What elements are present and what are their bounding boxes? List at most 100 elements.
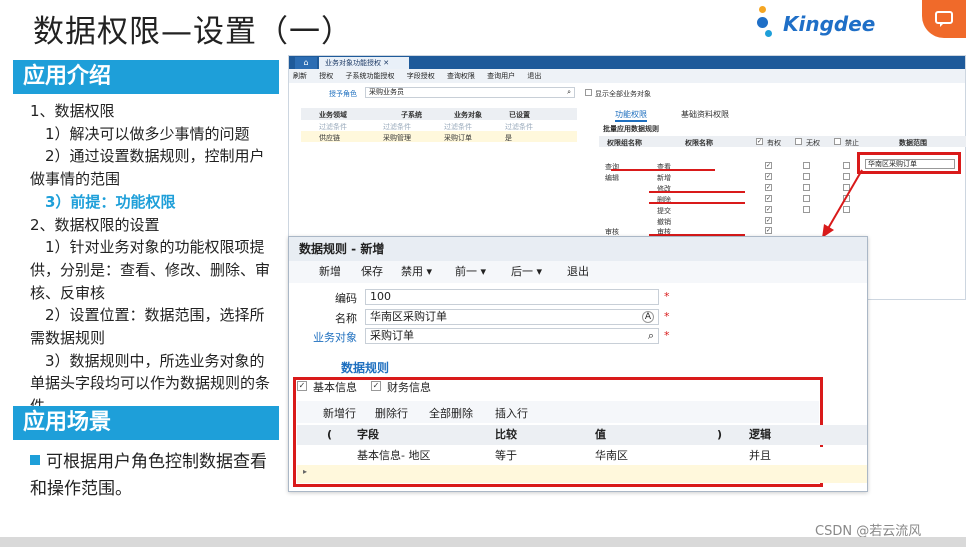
tab-function-perm[interactable]: 功能权限 xyxy=(615,109,647,122)
batch-rule-label[interactable]: 批量应用数据规则 xyxy=(603,124,659,134)
slide-title: 数据权限—设置（一） xyxy=(33,14,353,50)
menu-subsystem-auth[interactable]: 子系统功能授权 xyxy=(345,72,394,80)
col-forbid: 禁止 xyxy=(845,139,859,147)
menu-query-user[interactable]: 查询用户 xyxy=(487,72,515,80)
logo-text: Kingdee xyxy=(783,12,876,36)
menu-refresh[interactable]: 刷新 xyxy=(293,72,307,80)
cell-subsystem: 采购管理 xyxy=(383,134,411,142)
translate-icon[interactable]: A xyxy=(642,311,654,323)
toolbar-disable-button[interactable]: 禁用 ▾ xyxy=(401,261,432,283)
bottom-bar xyxy=(0,537,966,547)
search-icon[interactable]: ⌕ xyxy=(648,329,654,343)
intro-line: 2）通过设置数据规则，控制用户做事情的范围 xyxy=(30,147,265,189)
toolbar-exit-button[interactable]: 退出 xyxy=(567,261,589,283)
tab-business-auth[interactable]: 业务对象功能授权 ✕ xyxy=(319,57,409,69)
deny-checkbox[interactable] xyxy=(803,195,810,202)
add-row-button[interactable]: 新增行 xyxy=(323,405,356,421)
name-field[interactable]: 华南区采购订单 A xyxy=(365,309,659,325)
tab-label: 业务对象功能授权 xyxy=(325,59,381,67)
intro-text: 1、数据权限 1）解决可以做多少事情的问题 2）通过设置数据规则，控制用户做事情… xyxy=(30,100,275,418)
allow-checkbox[interactable]: ✓ xyxy=(765,195,772,202)
cell-compare[interactable]: 等于 xyxy=(495,447,517,465)
cell-field[interactable]: 基本信息- 地区 xyxy=(357,447,430,465)
toolbar-prev-button[interactable]: 前一 ▾ xyxy=(455,261,486,283)
perm-submit: 提交 xyxy=(657,207,671,215)
allow-checkbox[interactable]: ✓ xyxy=(765,184,772,191)
insert-row-button[interactable]: 插入行 xyxy=(495,405,528,421)
role-input[interactable]: 采购业务员 ⌕ xyxy=(365,87,575,98)
allow-checkbox[interactable]: ✓ xyxy=(765,206,772,213)
rule-table-header xyxy=(297,425,867,445)
toolbar-new-button[interactable]: 新增 xyxy=(319,261,341,283)
cell-logic[interactable]: 并且 xyxy=(749,447,771,465)
name-label: 名称 xyxy=(335,312,357,325)
chat-icon[interactable] xyxy=(922,0,966,38)
toolbar-save-button[interactable]: 保存 xyxy=(361,261,383,283)
col-data-range: 数据范围 xyxy=(899,139,927,147)
col-deny: 无权 xyxy=(806,139,820,147)
finance-info-checkbox[interactable]: ✓ xyxy=(371,381,381,391)
allow-checkbox[interactable]: ✓ xyxy=(765,173,772,180)
cell-domain: 供应链 xyxy=(319,134,340,142)
show-all-label: 显示全部业务对象 xyxy=(595,90,651,98)
deny-checkbox[interactable] xyxy=(803,184,810,191)
deny-checkbox[interactable] xyxy=(803,162,810,169)
table-row[interactable] xyxy=(297,465,867,483)
col-field: 字段 xyxy=(357,428,379,441)
tab-basic-data-perm[interactable]: 基础资料权限 xyxy=(681,109,729,120)
header-deny-checkbox[interactable] xyxy=(795,138,802,145)
search-icon[interactable]: ⌕ xyxy=(567,88,571,97)
logo-dot-icon xyxy=(757,17,768,28)
col-group: 权限组名称 xyxy=(607,139,642,147)
col-domain: 业务领域 xyxy=(319,111,347,119)
data-rule-dialog: 数据规则 - 新增 新增 保存 禁用 ▾ 前一 ▾ 后一 ▾ 退出 编码 100… xyxy=(288,236,868,492)
menu-exit[interactable]: 退出 xyxy=(527,72,541,80)
allow-checkbox[interactable]: ✓ xyxy=(765,227,772,234)
intro-heading: 应用介绍 xyxy=(13,60,279,94)
col-perm: 权限名称 xyxy=(685,139,713,147)
required-mark: * xyxy=(664,329,670,342)
intro-line: 2、数据权限的设置 xyxy=(30,215,160,234)
menu-bar: 刷新 授权 子系统功能授权 字段授权 查询权限 查询用户 退出 xyxy=(289,69,965,83)
home-tab[interactable]: ⌂ xyxy=(295,57,317,69)
dialog-toolbar: 新增 保存 禁用 ▾ 前一 ▾ 后一 ▾ 退出 xyxy=(289,261,867,283)
table-row[interactable] xyxy=(301,131,577,142)
arrow-icon xyxy=(822,169,863,238)
name-value: 华南区采购订单 xyxy=(370,310,447,323)
basic-info-checkbox[interactable]: ✓ xyxy=(297,381,307,391)
logo-dot-icon xyxy=(765,30,772,37)
deny-checkbox[interactable] xyxy=(803,206,810,213)
allow-checkbox[interactable]: ✓ xyxy=(765,162,772,169)
header-allow-checkbox[interactable]: ✓ xyxy=(756,138,763,145)
object-value: 采购订单 xyxy=(370,329,414,342)
basic-info-label: 基本信息 xyxy=(313,381,357,394)
dialog-title: 数据规则 - 新增 xyxy=(289,237,867,261)
deny-checkbox[interactable] xyxy=(803,173,810,180)
col-configured: 已设置 xyxy=(509,111,530,119)
toolbar-next-button[interactable]: 后一 ▾ xyxy=(511,261,542,283)
menu-query-perm[interactable]: 查询权限 xyxy=(447,72,475,80)
delete-all-button[interactable]: 全部删除 xyxy=(429,405,473,421)
cell-object: 采购订单 xyxy=(444,134,472,142)
col-allow: 有权 xyxy=(767,139,781,147)
header-forbid-checkbox[interactable] xyxy=(834,138,841,145)
required-mark: * xyxy=(664,290,670,303)
object-field[interactable]: 采购订单 ⌕ xyxy=(365,328,659,344)
kingdee-logo: Kingdee xyxy=(757,6,875,44)
required-mark: * xyxy=(664,310,670,323)
cell-value[interactable]: 华南区 xyxy=(595,447,628,465)
data-range-input[interactable]: 华南区采购订单 xyxy=(865,159,955,169)
menu-authorize[interactable]: 授权 xyxy=(319,72,333,80)
delete-row-button[interactable]: 删除行 xyxy=(375,405,408,421)
scene-bullet-text: 可根据用户角色控制数据查看和操作范围。 xyxy=(30,452,267,499)
menu-field-auth[interactable]: 字段授权 xyxy=(407,72,435,80)
underline-mark xyxy=(649,202,745,204)
intro-line-highlight: 3）前提：功能权限 xyxy=(30,192,176,211)
object-label: 业务对象 xyxy=(313,331,357,344)
allow-checkbox[interactable]: ✓ xyxy=(765,217,772,224)
show-all-checkbox[interactable] xyxy=(585,89,592,96)
underline-mark xyxy=(611,169,715,171)
intro-line: 1、数据权限 xyxy=(30,102,115,120)
role-value: 采购业务员 xyxy=(369,88,404,96)
code-field[interactable]: 100 xyxy=(365,289,659,305)
